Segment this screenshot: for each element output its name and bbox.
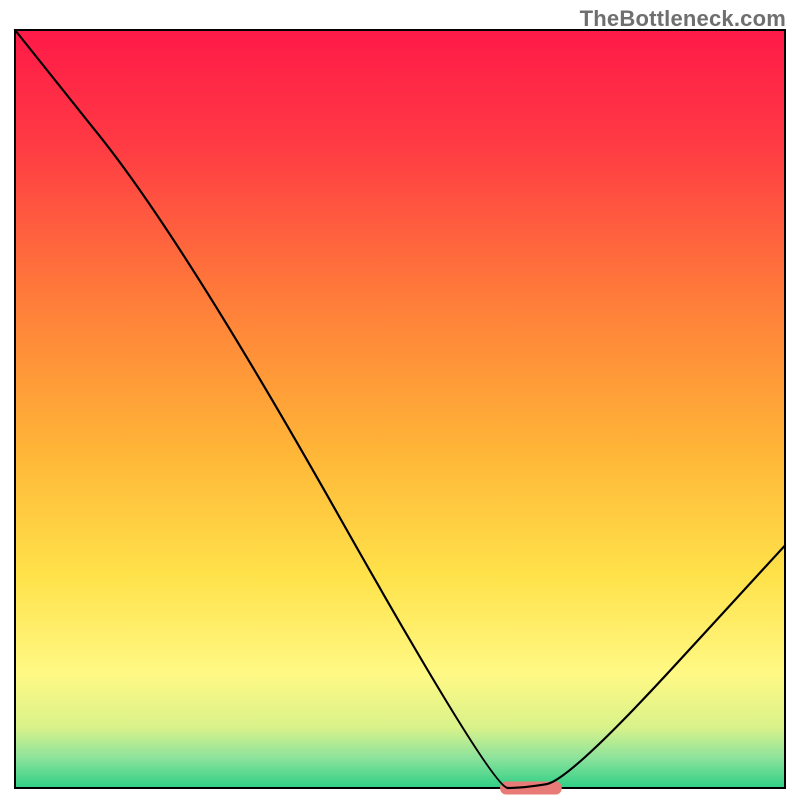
bottleneck-chart <box>0 0 800 800</box>
chart-container: TheBottleneck.com <box>0 0 800 800</box>
watermark-text: TheBottleneck.com <box>580 6 786 32</box>
plot-background <box>15 30 785 788</box>
